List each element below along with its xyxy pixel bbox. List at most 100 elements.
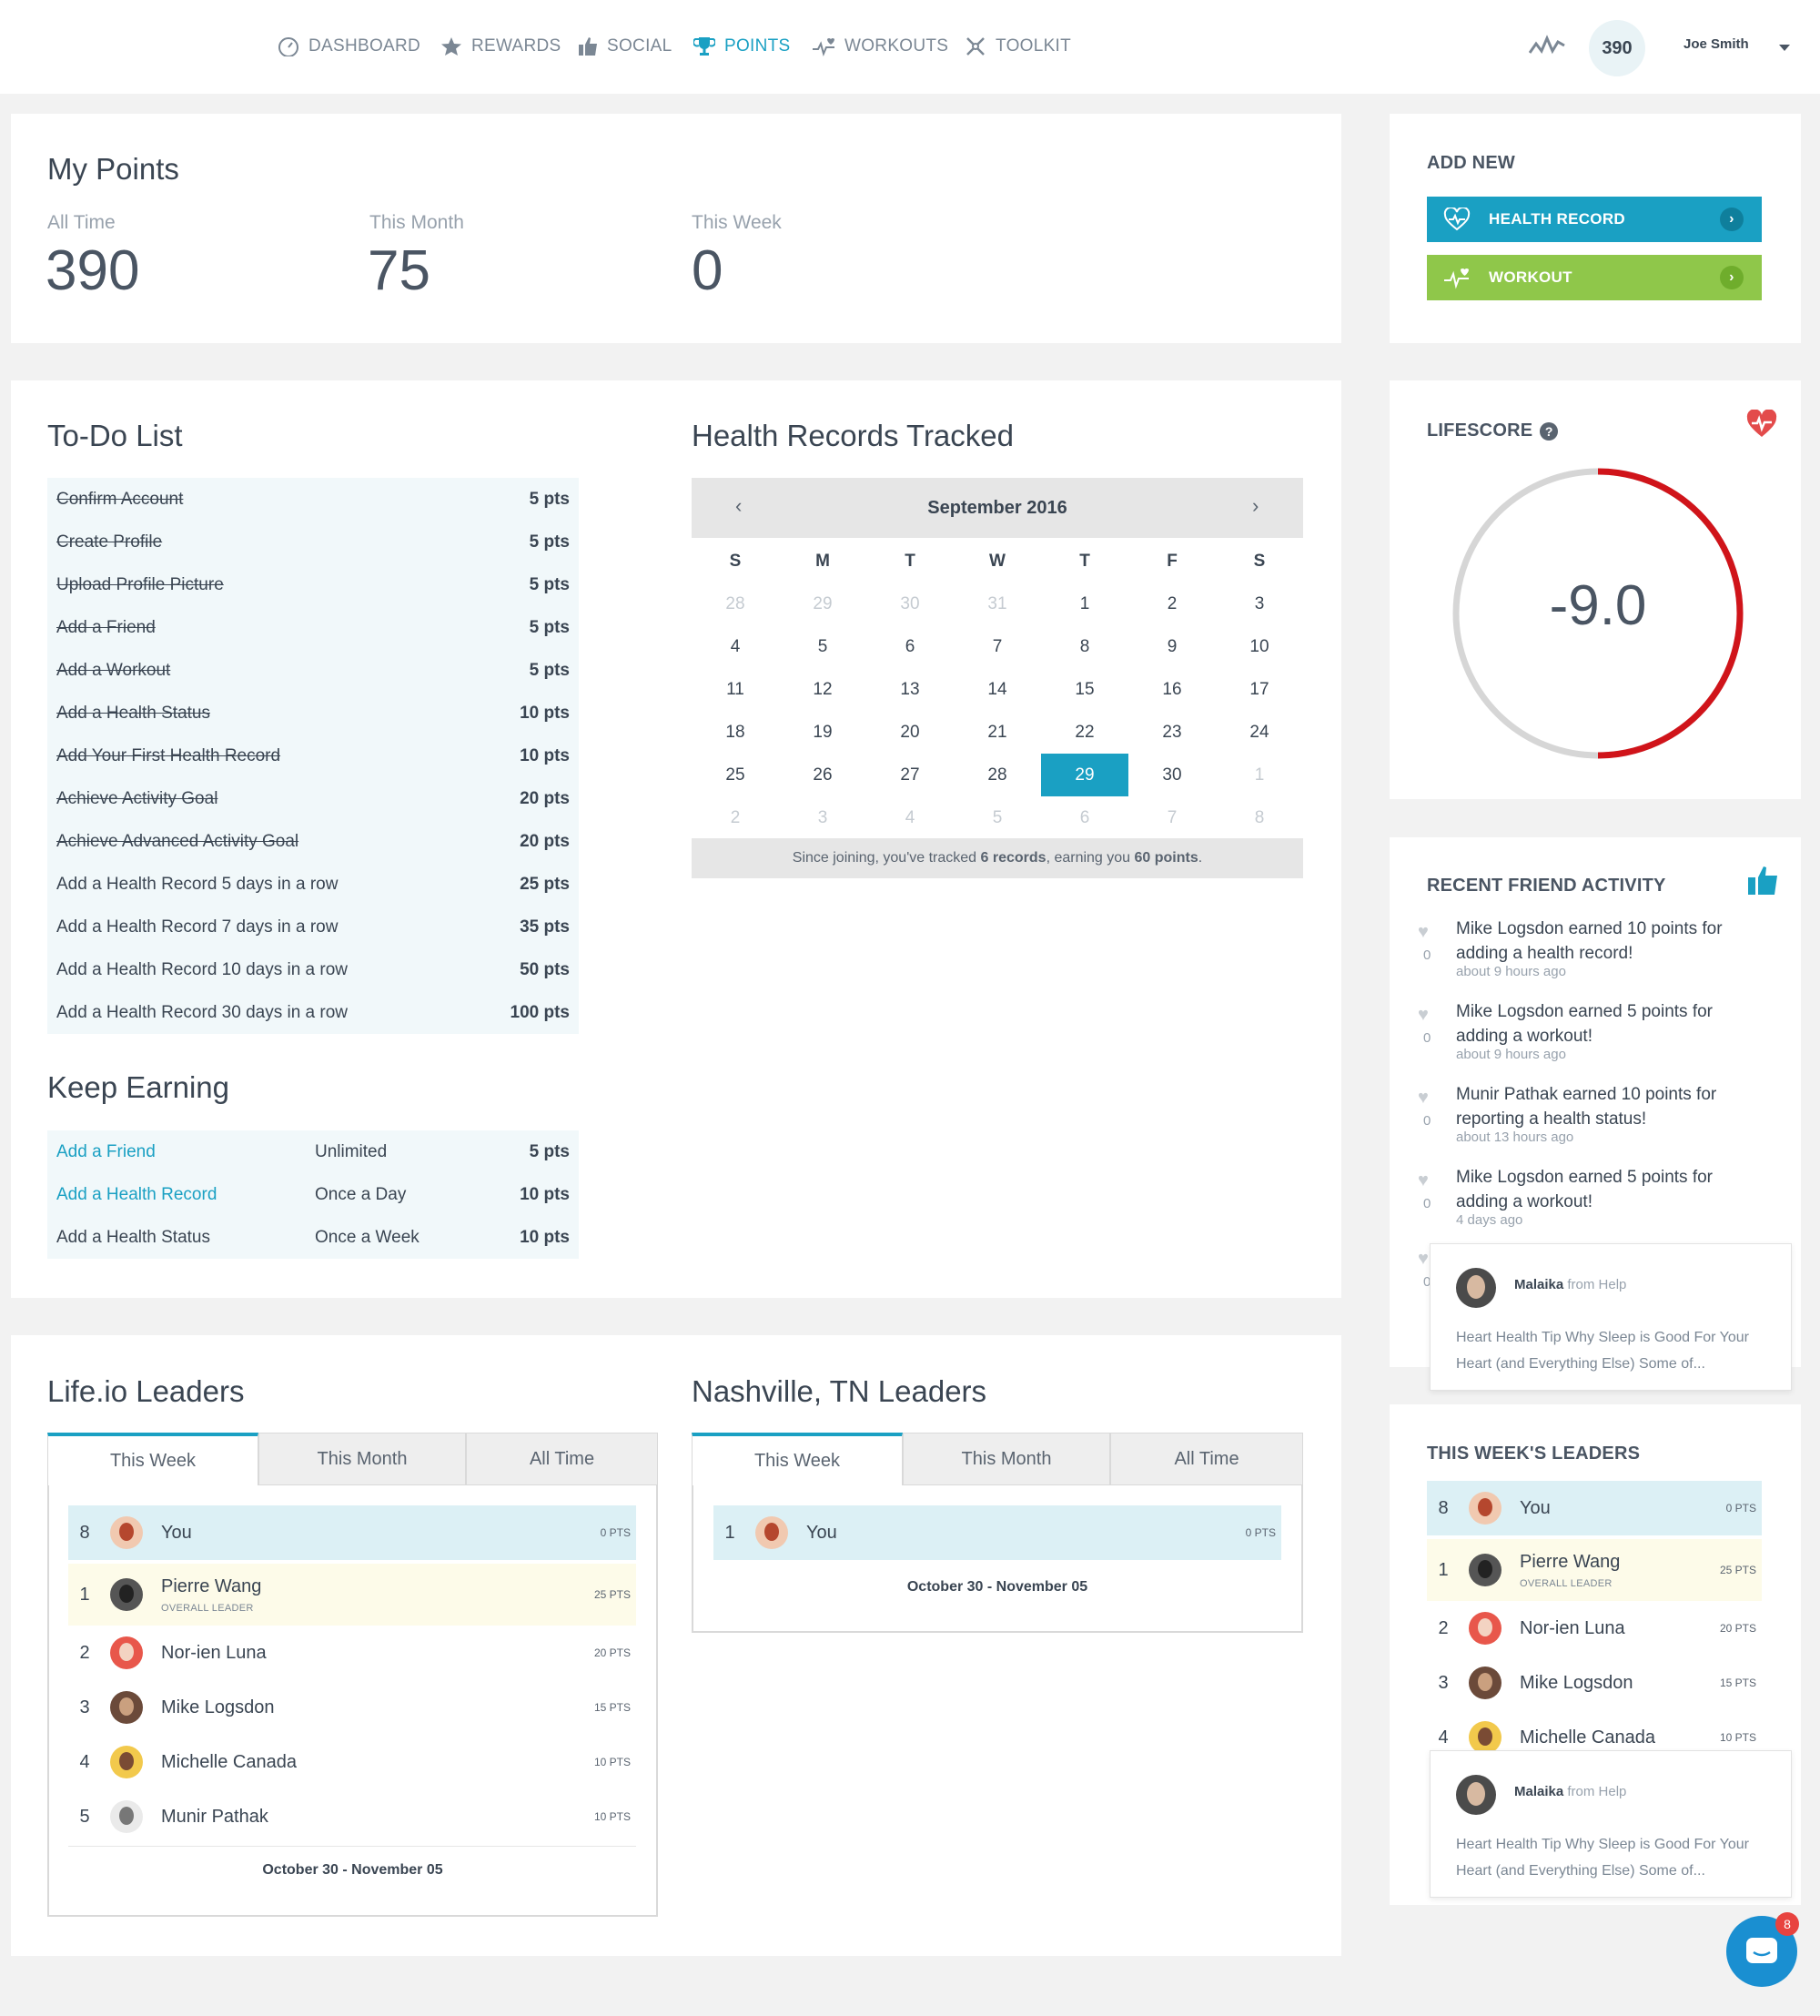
workout-label: WORKOUT: [1489, 268, 1572, 286]
calendar-day[interactable]: 4: [692, 625, 779, 668]
calendar-day[interactable]: 29: [779, 583, 866, 625]
leader-row[interactable]: 1 Pierre Wang OVERALL LEADER 25 PTS: [68, 1564, 636, 1626]
help-chat-popup[interactable]: Malaika from Help Heart Health Tip Why S…: [1430, 1243, 1792, 1391]
tab-this-month[interactable]: This Month: [903, 1433, 1110, 1485]
lifeio-leaders-tabs: This Week This Month All Time: [47, 1433, 658, 1487]
heart-icon[interactable]: ♥: [1418, 1005, 1429, 1026]
add-workout-button[interactable]: WORKOUT ›: [1427, 255, 1762, 300]
nav-toolkit[interactable]: TOOLKIT: [965, 33, 1071, 60]
calendar-day[interactable]: 6: [1041, 796, 1128, 839]
calendar-day[interactable]: 14: [954, 668, 1041, 711]
leader-points: 10 PTS: [593, 1810, 631, 1823]
calendar-day[interactable]: 25: [692, 754, 779, 796]
help-icon[interactable]: ?: [1540, 421, 1559, 441]
calendar-day[interactable]: 24: [1216, 711, 1303, 754]
top-nav-bar: DASHBOARD REWARDS SOCIAL POINTS WORKOUTS…: [0, 0, 1820, 94]
leader-name: Michelle Canada: [161, 1751, 297, 1772]
calendar-day[interactable]: 11: [692, 668, 779, 711]
leader-row[interactable]: 4 Michelle Canada 10 PTS: [68, 1735, 636, 1789]
calendar-day[interactable]: 21: [954, 711, 1041, 754]
calendar-day[interactable]: 20: [866, 711, 954, 754]
calendar-day[interactable]: 26: [779, 754, 866, 796]
calendar-day[interactable]: 28: [692, 583, 779, 625]
chevron-right-icon: ›: [1720, 208, 1744, 231]
calendar-day[interactable]: 1: [1041, 583, 1128, 625]
leader-row[interactable]: 1 You 0 PTS: [713, 1505, 1281, 1560]
leader-row[interactable]: 8 You 0 PTS: [68, 1505, 636, 1560]
heart-icon[interactable]: ♥: [1418, 1249, 1429, 1270]
nav-points[interactable]: POINTS: [693, 33, 791, 60]
calendar-day[interactable]: 8: [1041, 625, 1128, 668]
nav-social[interactable]: SOCIAL: [578, 33, 672, 60]
calendar-day[interactable]: 18: [692, 711, 779, 754]
calendar-day[interactable]: 2: [692, 796, 779, 839]
nav-dashboard[interactable]: DASHBOARD: [278, 33, 420, 60]
tab-all-time[interactable]: All Time: [466, 1433, 658, 1485]
calendar-day[interactable]: 22: [1041, 711, 1128, 754]
leader-row[interactable]: 8 You 0 PTS: [1427, 1481, 1762, 1535]
tab-all-time[interactable]: All Time: [1110, 1433, 1303, 1485]
calendar-day[interactable]: 28: [954, 754, 1041, 796]
calendar-day[interactable]: 10: [1216, 625, 1303, 668]
calendar-day[interactable]: 23: [1128, 711, 1216, 754]
calendar-day[interactable]: 9: [1128, 625, 1216, 668]
calendar-day[interactable]: 30: [1128, 754, 1216, 796]
heart-icon[interactable]: ♥: [1418, 922, 1429, 943]
tab-this-month[interactable]: This Month: [258, 1433, 466, 1485]
points-badge[interactable]: 390: [1589, 20, 1645, 76]
leader-rank: 4: [1438, 1727, 1449, 1748]
calendar-day[interactable]: 1: [1216, 754, 1303, 796]
keep-earning-title: Keep Earning: [47, 1070, 229, 1104]
calendar-day[interactable]: 15: [1041, 668, 1128, 711]
help-chat-popup[interactable]: Malaika from Help Heart Health Tip Why S…: [1430, 1750, 1792, 1898]
calendar-day[interactable]: 30: [866, 583, 954, 625]
calendar-day[interactable]: 7: [954, 625, 1041, 668]
calendar-day[interactable]: 13: [866, 668, 954, 711]
calendar-day[interactable]: 3: [1216, 583, 1303, 625]
calendar-day[interactable]: 5: [779, 625, 866, 668]
earning-item-label[interactable]: Add a Health Record: [56, 1185, 217, 1205]
calendar-day[interactable]: 2: [1128, 583, 1216, 625]
leader-row[interactable]: 2 Nor-ien Luna 20 PTS: [68, 1626, 636, 1680]
tab-this-week[interactable]: This Week: [692, 1433, 903, 1485]
calendar-day[interactable]: 31: [954, 583, 1041, 625]
calendar-day[interactable]: 3: [779, 796, 866, 839]
nav-rewards[interactable]: REWARDS: [440, 33, 561, 60]
leader-row[interactable]: 1 Pierre Wang OVERALL LEADER 25 PTS: [1427, 1539, 1762, 1601]
calendar-day-selected[interactable]: 29: [1041, 754, 1128, 796]
nav-workouts[interactable]: WORKOUTS: [812, 33, 948, 60]
todo-item-points: 25 pts: [520, 874, 570, 894]
calendar-day[interactable]: 19: [779, 711, 866, 754]
calendar-day[interactable]: 27: [866, 754, 954, 796]
leader-row[interactable]: 5 Munir Pathak 10 PTS: [68, 1789, 636, 1844]
add-health-record-button[interactable]: HEALTH RECORD ›: [1427, 197, 1762, 242]
calendar-day[interactable]: 4: [866, 796, 954, 839]
calendar-day[interactable]: 7: [1128, 796, 1216, 839]
leader-row[interactable]: 3 Mike Logsdon 15 PTS: [1427, 1656, 1762, 1710]
health-record-label: HEALTH RECORD: [1489, 210, 1625, 228]
calendar-day[interactable]: 12: [779, 668, 866, 711]
earning-item-label[interactable]: Add a Friend: [56, 1142, 156, 1162]
calendar-day[interactable]: 17: [1216, 668, 1303, 711]
calendar-next-button[interactable]: ›: [1252, 494, 1259, 518]
todo-item-label: Confirm Account: [56, 489, 184, 509]
tab-this-week[interactable]: This Week: [47, 1433, 258, 1485]
leader-row[interactable]: 3 Mike Logsdon 15 PTS: [68, 1680, 636, 1735]
heart-icon[interactable]: ♥: [1418, 1170, 1429, 1191]
activity-wave-icon[interactable]: [1529, 35, 1565, 58]
avatar: [1469, 1612, 1502, 1645]
calendar-day[interactable]: 5: [954, 796, 1041, 839]
leader-rank: 1: [724, 1522, 735, 1543]
leader-rank: 3: [1438, 1672, 1449, 1693]
user-name[interactable]: Joe Smith: [1684, 36, 1749, 52]
todo-item-points: 35 pts: [520, 917, 570, 937]
todo-item-points: 50 pts: [520, 959, 570, 979]
chat-launcher-button[interactable]: 8: [1726, 1912, 1799, 1987]
calendar-day[interactable]: 8: [1216, 796, 1303, 839]
trophy-icon: [693, 37, 715, 56]
leader-row[interactable]: 2 Nor-ien Luna 20 PTS: [1427, 1601, 1762, 1656]
calendar-day[interactable]: 16: [1128, 668, 1216, 711]
calendar-day[interactable]: 6: [866, 625, 954, 668]
heart-icon[interactable]: ♥: [1418, 1088, 1429, 1109]
chevron-down-icon[interactable]: [1778, 43, 1791, 52]
